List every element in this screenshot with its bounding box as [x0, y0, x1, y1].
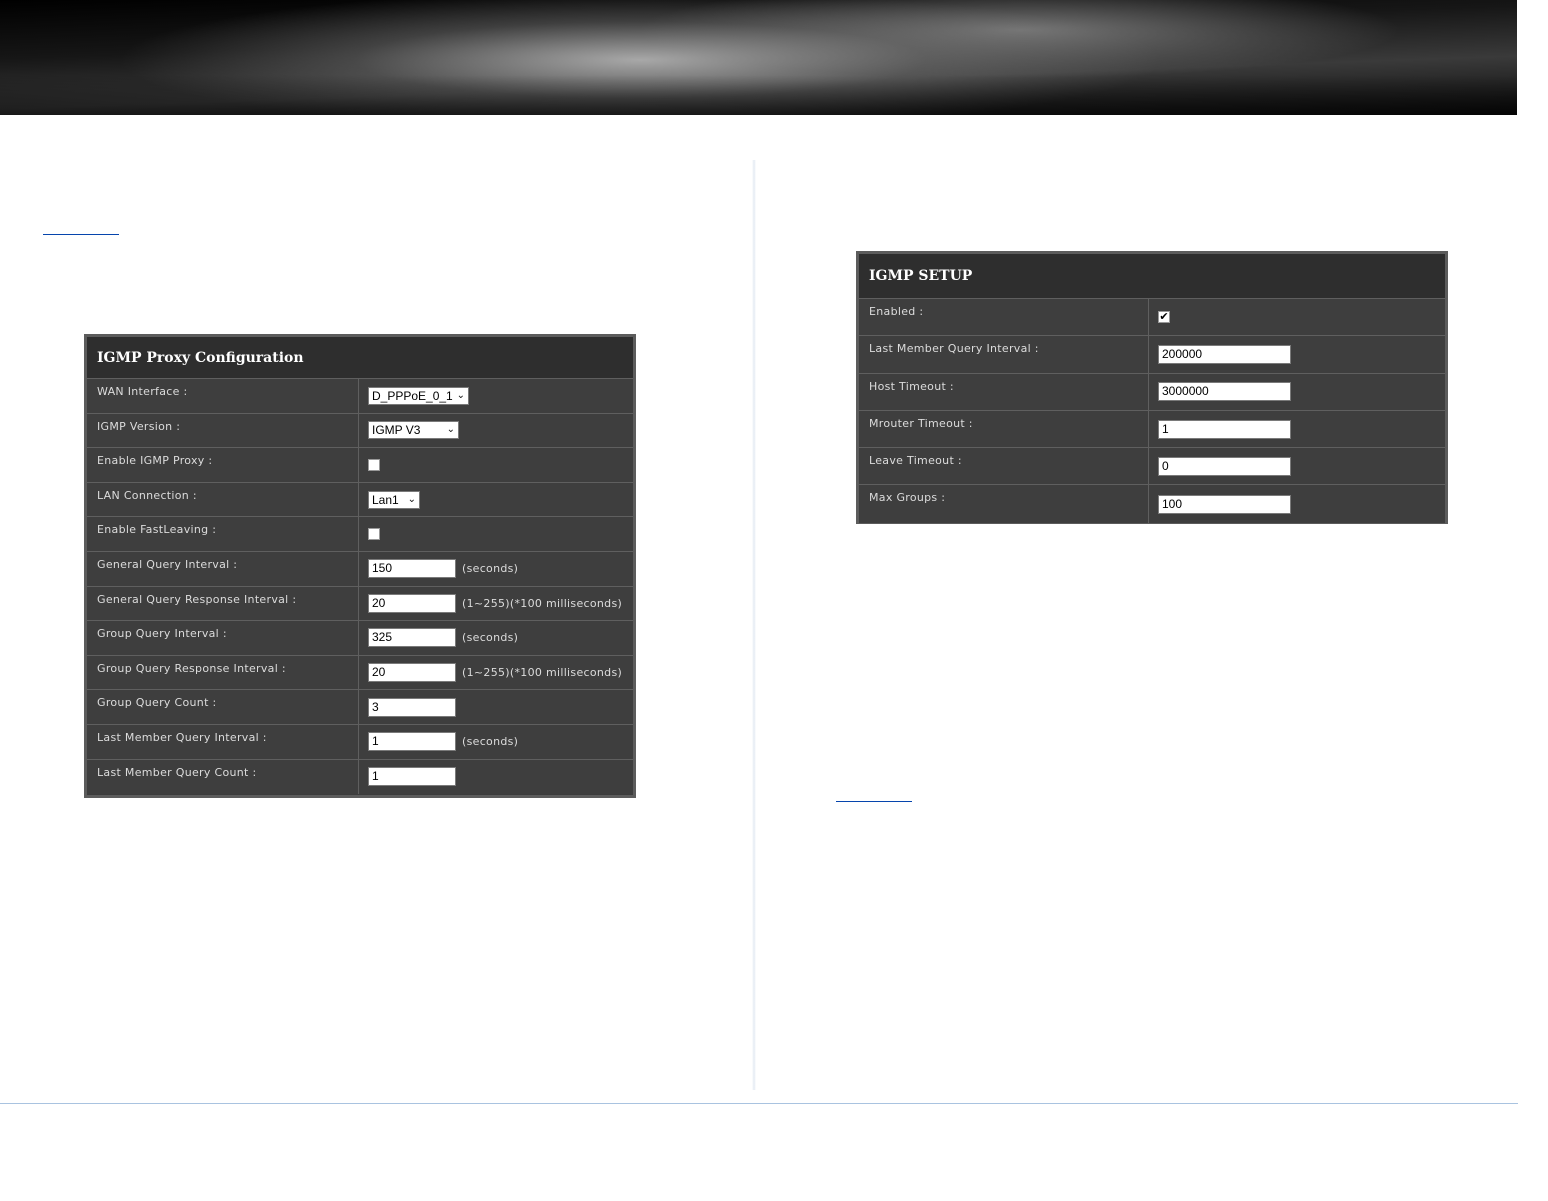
row-last-member-query-count: Last Member Query Count : 1: [87, 759, 633, 795]
proxy-config-rows: WAN Interface : D_PPPoE_0_1 ⌄ IGMP Version …: [87, 379, 633, 795]
wan-interface-select[interactable]: D_PPPoE_0_1 ⌄: [368, 386, 469, 405]
row-general-query-interval: General Query Interval : 150 (seconds): [87, 551, 633, 587]
row-host-timeout: Host Timeout : 3000000: [859, 373, 1445, 411]
field-label: LAN Connection :: [87, 482, 359, 517]
hyperlink-underline[interactable]: [43, 234, 119, 235]
general-query-interval-input[interactable]: 150: [368, 559, 456, 579]
row-mrouter-timeout: Mrouter Timeout : 1: [859, 410, 1445, 449]
field-value-cell: Lan1 ⌄: [359, 482, 633, 517]
chevron-down-icon: ⌄: [407, 493, 416, 505]
field-value-cell: 1: [359, 759, 633, 795]
unit-hint: (seconds): [462, 631, 519, 645]
field-label: Leave Timeout :: [859, 448, 1149, 485]
row-lan-connection: LAN Connection : Lan1 ⌄: [87, 482, 633, 518]
selected-value: D_PPPoE_0_1: [372, 388, 453, 403]
field-label: Enable IGMP Proxy :: [87, 448, 359, 482]
field-label: WAN Interface :: [87, 379, 359, 413]
selected-value: IGMP V3: [372, 423, 421, 438]
unit-hint: (seconds): [462, 735, 519, 749]
field-label: Mrouter Timeout :: [859, 410, 1149, 448]
last-member-query-interval-input[interactable]: 200000: [1158, 344, 1291, 364]
last-member-query-count-input[interactable]: 1: [368, 767, 456, 787]
enabled-checkbox[interactable]: ✔: [1158, 310, 1170, 324]
enable-igmp-proxy-checkbox[interactable]: [368, 458, 380, 471]
row-enabled: Enabled : ✔: [859, 299, 1445, 337]
row-max-groups: Max Groups : 100: [859, 485, 1445, 523]
group-query-count-input[interactable]: 3: [368, 697, 456, 717]
field-label: IGMP Version :: [87, 413, 359, 448]
selected-value: Lan1: [372, 492, 399, 507]
footer-rule: [0, 1103, 1518, 1104]
row-group-query-count: Group Query Count : 3: [87, 690, 633, 725]
field-value-cell: 20 (1~255)(*100 milliseconds): [359, 655, 633, 690]
field-label: Enabled :: [859, 299, 1149, 336]
field-value-cell: 1 (seconds): [359, 724, 633, 759]
unit-hint: (seconds): [462, 562, 519, 576]
max-groups-input[interactable]: 100: [1158, 494, 1291, 514]
row-enable-igmp-proxy: Enable IGMP Proxy :: [87, 448, 633, 483]
field-label: General Query Interval :: [87, 551, 359, 586]
field-label: Max Groups :: [859, 485, 1149, 523]
field-value-cell: 0: [1149, 448, 1445, 485]
chevron-down-icon: ⌄: [456, 389, 465, 401]
header-banner: [0, 0, 1517, 115]
row-last-member-query-interval: Last Member Query Interval : 1 (seconds): [87, 724, 633, 760]
igmp-setup-rows: Enabled : ✔ Last Member Query Interval : 20…: [859, 299, 1445, 523]
field-label: Last Member Query Interval :: [859, 336, 1149, 373]
row-last-member-query-interval: Last Member Query Interval : 200000: [859, 336, 1445, 374]
field-label: Last Member Query Count :: [87, 759, 359, 795]
row-group-query-response-interval: Group Query Response Interval : 20 (1~255)…: [87, 655, 633, 691]
row-enable-fastleaving: Enable FastLeaving :: [87, 517, 633, 552]
last-member-query-interval-input[interactable]: 1: [368, 732, 456, 752]
panel-title: IGMP Proxy Configuration: [87, 337, 633, 379]
field-value-cell: 150 (seconds): [359, 551, 633, 586]
field-value-cell: 20 (1~255)(*100 milliseconds): [359, 586, 633, 621]
field-label: Group Query Interval :: [87, 621, 359, 655]
field-label: Host Timeout :: [859, 373, 1149, 410]
row-general-query-response-interval: General Query Response Interval : 20 (1~25…: [87, 586, 633, 622]
field-value-cell: 3000000: [1149, 373, 1445, 410]
general-query-response-interval-input[interactable]: 20: [368, 593, 456, 613]
igmp-version-select[interactable]: IGMP V3 ⌄: [368, 421, 459, 440]
enable-fastleaving-checkbox[interactable]: [368, 528, 380, 541]
field-value-cell: IGMP V3 ⌄: [359, 413, 633, 448]
field-label: Last Member Query Interval :: [87, 724, 359, 759]
panel-title: IGMP SETUP: [859, 254, 1445, 299]
unit-hint: (1~255)(*100 milliseconds): [462, 666, 623, 680]
field-value-cell: D_PPPoE_0_1 ⌄: [359, 379, 633, 413]
igmp-proxy-configuration-panel: IGMP Proxy Configuration WAN Interface :…: [84, 334, 636, 798]
field-value-cell: [359, 448, 633, 482]
unit-hint: (1~255)(*100 milliseconds): [462, 596, 623, 610]
group-query-response-interval-input[interactable]: 20: [368, 663, 456, 683]
field-value-cell: ✔: [1149, 299, 1445, 336]
field-value-cell: 1: [1149, 410, 1445, 448]
field-value-cell: 200000: [1149, 336, 1445, 373]
row-group-query-interval: Group Query Interval : 325 (seconds): [87, 621, 633, 656]
igmp-setup-panel: IGMP SETUP Enabled : ✔ Last Member Query I…: [856, 251, 1448, 524]
hyperlink-underline[interactable]: [836, 801, 912, 802]
row-igmp-version: IGMP Version : IGMP V3 ⌄: [87, 413, 633, 449]
field-value-cell: 3: [359, 690, 633, 724]
field-value-cell: 325 (seconds): [359, 621, 633, 655]
chevron-down-icon: ⌄: [446, 424, 455, 436]
field-value-cell: [359, 517, 633, 551]
field-value-cell: 100: [1149, 485, 1445, 523]
checkmark-icon: ✔: [1159, 310, 1169, 324]
field-label: General Query Response Interval :: [87, 586, 359, 621]
host-timeout-input[interactable]: 3000000: [1158, 382, 1291, 402]
leave-timeout-input[interactable]: 0: [1158, 456, 1291, 476]
lan-connection-select[interactable]: Lan1 ⌄: [368, 490, 420, 509]
row-wan-interface: WAN Interface : D_PPPoE_0_1 ⌄: [87, 379, 633, 414]
field-label: Enable FastLeaving :: [87, 517, 359, 551]
column-divider: [752, 160, 756, 1090]
field-label: Group Query Response Interval :: [87, 655, 359, 690]
row-leave-timeout: Leave Timeout : 0: [859, 448, 1445, 486]
field-label: Group Query Count :: [87, 690, 359, 724]
group-query-interval-input[interactable]: 325: [368, 628, 456, 648]
mrouter-timeout-input[interactable]: 1: [1158, 419, 1291, 439]
